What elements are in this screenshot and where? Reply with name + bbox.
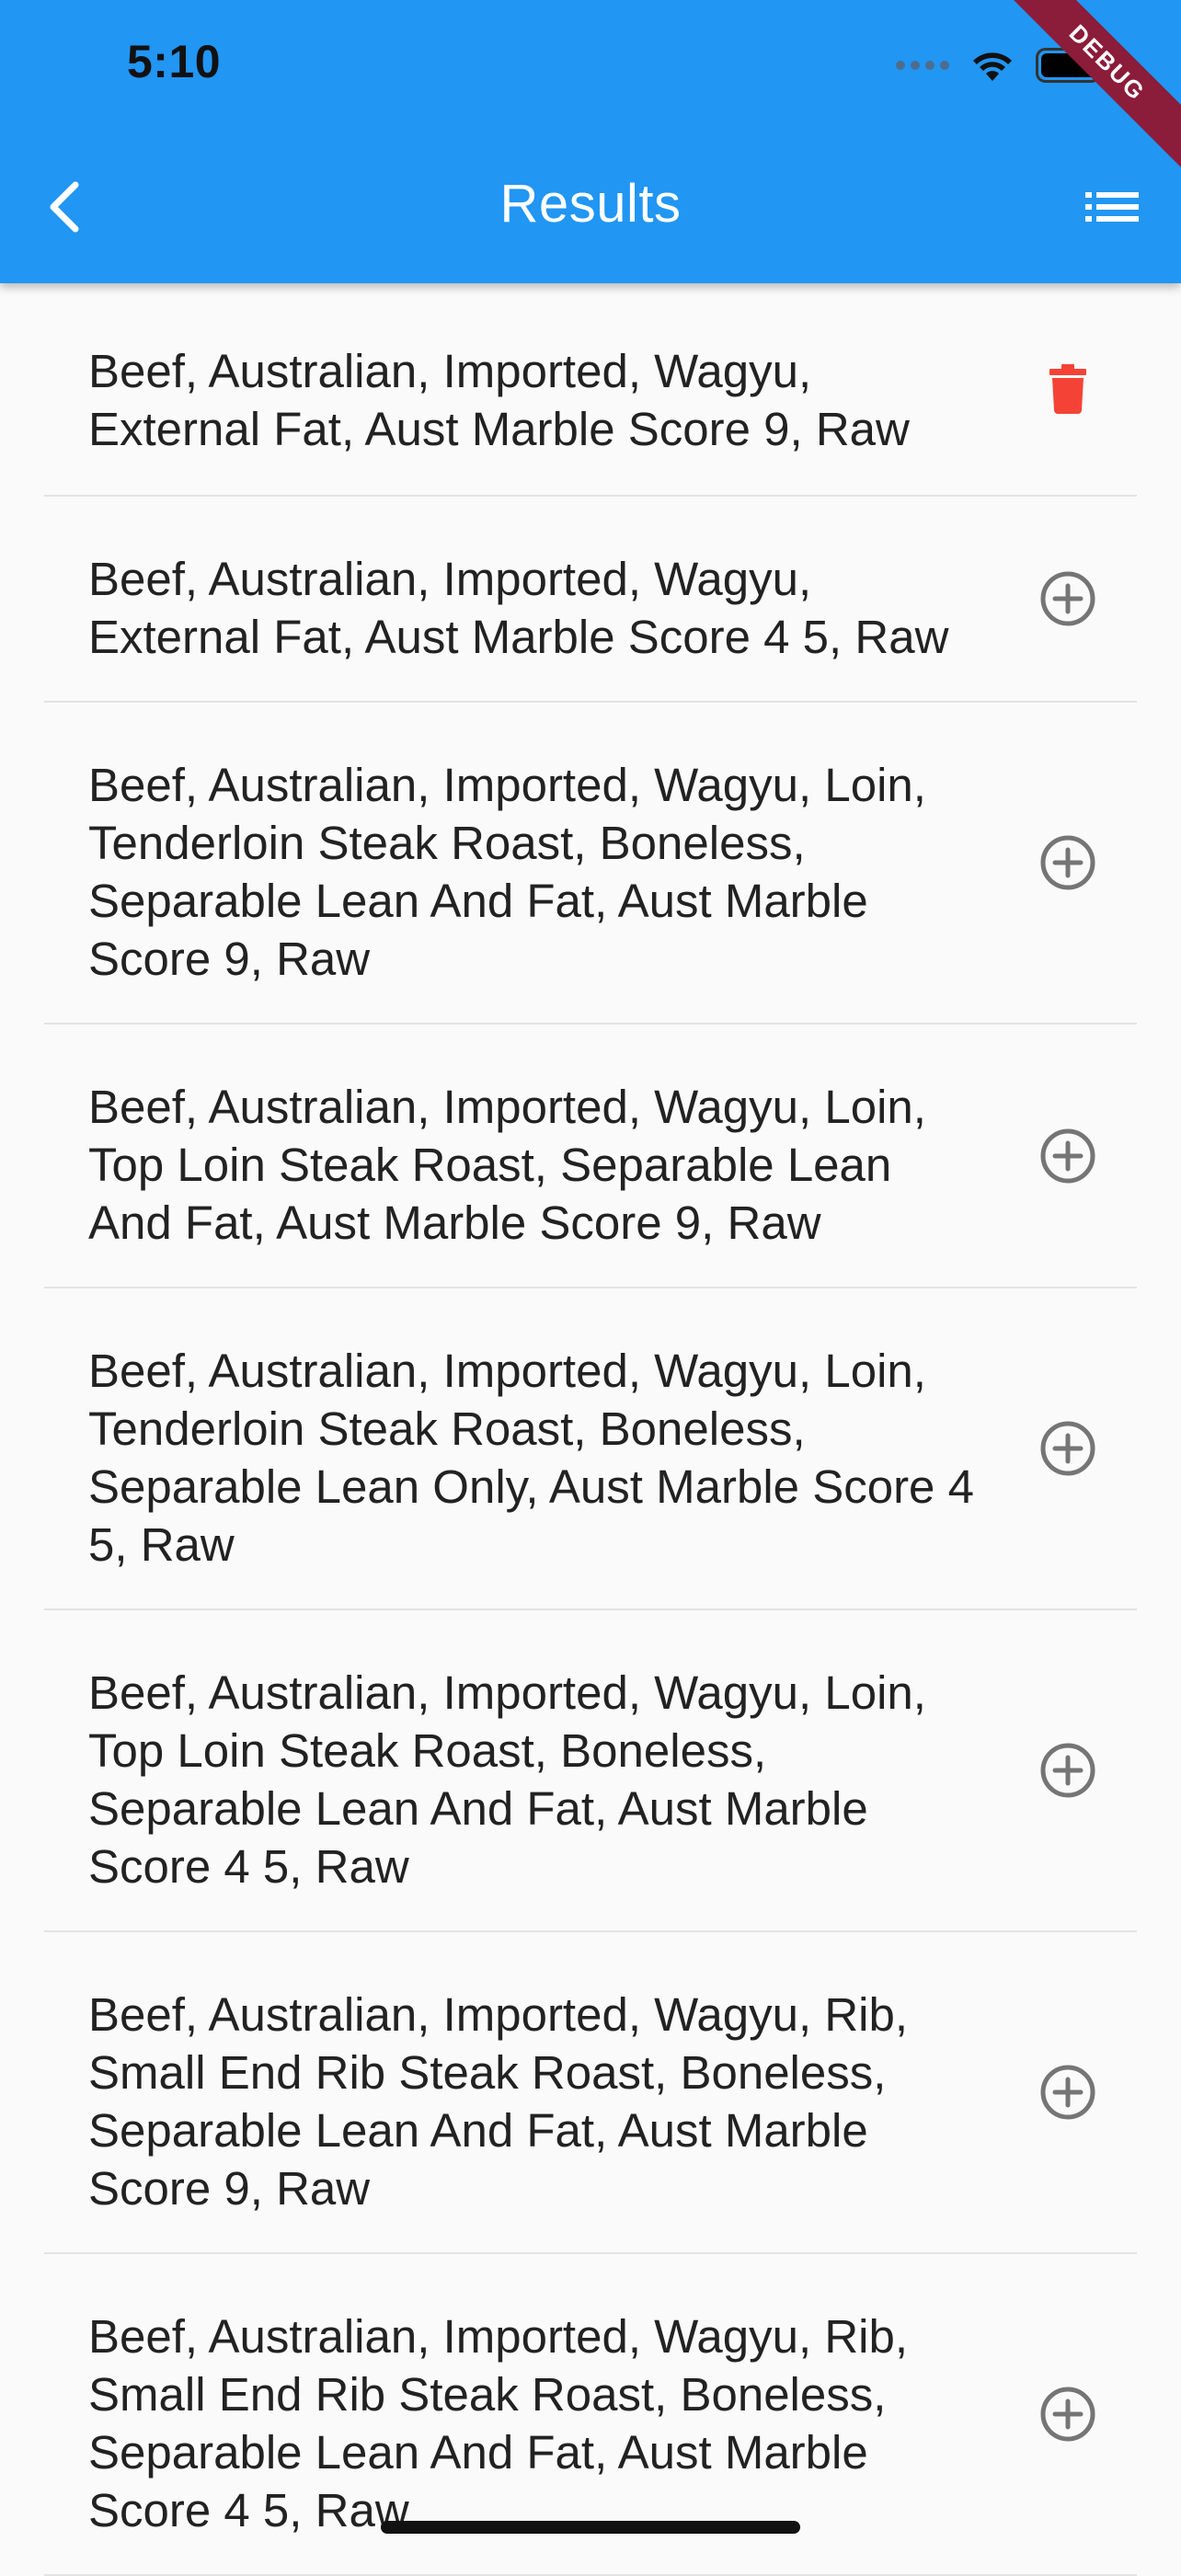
wifi-icon <box>973 52 1012 81</box>
add-button[interactable] <box>999 1420 1137 1477</box>
delete-button[interactable] <box>999 364 1137 414</box>
list-item-label: Beef, Australian, Imported, Wagyu, Exter… <box>88 553 949 663</box>
cellular-signal-icon <box>896 61 949 70</box>
list-item[interactable]: Beef, Australian, Imported, Wagyu, Loin,… <box>44 703 1137 1025</box>
list-item-label: Beef, Australian, Imported, Wagyu, Rib, … <box>88 1988 909 2215</box>
add-circle-icon <box>1040 2065 1095 2120</box>
add-circle-icon <box>1040 571 1095 626</box>
list-item-label: Beef, Australian, Imported, Wagyu, Exter… <box>88 345 910 455</box>
results-list: Beef, Australian, Imported, Wagyu, Exter… <box>0 283 1181 2576</box>
page-title: Results <box>499 174 682 234</box>
status-time: 5:10 <box>127 36 222 87</box>
add-button[interactable] <box>999 1742 1137 1799</box>
add-circle-icon <box>1040 2387 1095 2442</box>
add-button[interactable] <box>999 570 1137 627</box>
list-view-button[interactable] <box>1071 170 1153 244</box>
add-button[interactable] <box>999 2064 1137 2121</box>
list-item[interactable]: Beef, Australian, Imported, Wagyu, Exter… <box>44 497 1137 703</box>
add-button[interactable] <box>999 1128 1137 1185</box>
list-item[interactable]: Beef, Australian, Imported, Wagyu, Loin,… <box>44 1288 1137 1610</box>
add-circle-icon <box>1040 1128 1095 1183</box>
list-icon <box>1085 192 1139 222</box>
list-item[interactable]: Beef, Australian, Imported, Wagyu, Exter… <box>44 283 1137 497</box>
list-item-label: Beef, Australian, Imported, Wagyu, Loin,… <box>88 1081 926 1249</box>
home-indicator <box>381 2521 800 2534</box>
list-item-label: Beef, Australian, Imported, Wagyu, Loin,… <box>88 759 926 985</box>
list-item-label: Beef, Australian, Imported, Wagyu, Loin,… <box>88 1666 926 1893</box>
add-circle-icon <box>1040 835 1095 890</box>
add-button[interactable] <box>999 2386 1137 2443</box>
list-item[interactable]: Beef, Australian, Imported, Wagyu, Loin,… <box>44 1025 1137 1288</box>
list-item[interactable]: Beef, Australian, Imported, Wagyu, Loin,… <box>44 1610 1137 1932</box>
add-circle-icon <box>1040 1743 1095 1798</box>
add-circle-icon <box>1040 1421 1095 1476</box>
add-button[interactable] <box>999 834 1137 891</box>
app-bar: 5:10 Results DEBUG <box>0 0 1181 283</box>
list-item[interactable]: Beef, Australian, Imported, Wagyu, Rib, … <box>44 1932 1137 2254</box>
list-item-label: Beef, Australian, Imported, Wagyu, Loin,… <box>88 1345 974 1571</box>
trash-icon <box>1049 364 1086 414</box>
